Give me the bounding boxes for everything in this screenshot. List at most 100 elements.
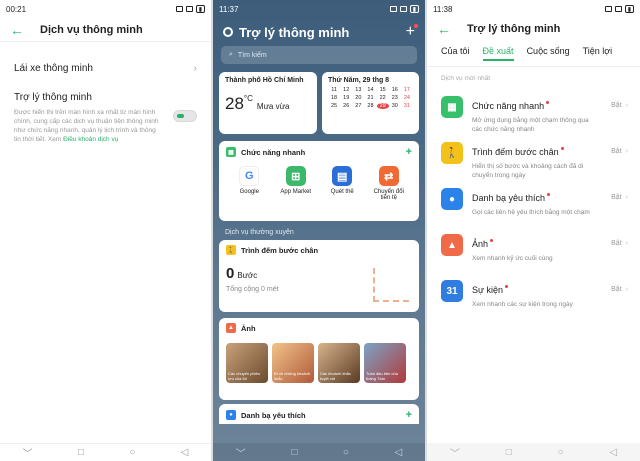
wifi-icon <box>399 6 407 12</box>
walk-icon: 🚶 <box>226 245 236 255</box>
smart-assistant-section: Trợ lý thông minh Được hiển thị trên màn… <box>0 92 211 144</box>
calendar-day: 28 <box>367 103 374 109</box>
nav-bar: ﹀ □ ○ ◁ <box>0 443 211 461</box>
chevron-right-icon: › <box>193 62 197 74</box>
feature-row[interactable]: 🚶 Trình đếm bước chân Hiển thị số bước và … <box>427 142 640 179</box>
back-arrow-icon[interactable]: ← <box>10 22 32 38</box>
back-nav-icon[interactable]: ﹀ <box>236 445 246 460</box>
feature-row[interactable]: ● Danh bạ yêu thích Gọi các liên hệ yêu th… <box>427 188 640 220</box>
feature-name: Danh bạ yêu thích <box>472 193 551 203</box>
tab-mine[interactable]: Của tôi <box>441 46 470 56</box>
back-nav-icon[interactable]: ﹀ <box>23 445 33 460</box>
feature-name: Ảnh <box>472 239 494 249</box>
feature-row[interactable]: ▲ Ảnh Xem nhanh kỷ ức cuối cùng Bật › <box>427 234 640 266</box>
thumb-caption: Các chuyến phiêu lưu của tôi <box>228 371 261 381</box>
home-nav-icon[interactable]: ○ <box>343 447 349 458</box>
feature-row[interactable]: 31 Sự kiện Xem nhanh các sự kiện trong ngà… <box>427 280 640 312</box>
calendar-date: Thứ Năm, 29 thg 8 <box>328 77 390 84</box>
feature-toggle[interactable]: Bật › <box>611 194 628 201</box>
smart-driving-row[interactable]: Lái xe thông minh › <box>0 48 211 88</box>
photo-thumb[interactable]: Đi về những khoảnh khắc <box>272 343 314 383</box>
smart-assistant-toggle[interactable] <box>173 110 197 122</box>
calendar-card[interactable]: Thứ Năm, 29 thg 8 11 12 13 14 15 16 17 18 19 20 21… <box>322 72 419 134</box>
weather-card[interactable]: Thành phố Hồ Chí Minh 28°CMưa vừa <box>219 72 317 134</box>
add-icon[interactable]: + <box>406 409 412 421</box>
calendar-day: 25 <box>331 103 338 109</box>
status-bar: 11:38 ▮ <box>427 0 640 18</box>
calendar-day: 21 <box>367 95 374 101</box>
steps-title: Trình đếm bước chân <box>241 245 319 255</box>
back-triangle-icon[interactable]: ◁ <box>609 447 617 458</box>
feature-desc: Hiển thị số bước và khoảng cách đã di ch… <box>472 163 584 179</box>
toggle-label: Bật <box>611 148 622 155</box>
back-triangle-icon[interactable]: ◁ <box>181 447 189 458</box>
settings-screen: 00:21 ▮ ← Dịch vụ thông minh Lái xe thôn… <box>0 0 211 461</box>
photo-icon: ▲ <box>441 234 463 256</box>
quick-functions-card: ▦ Chức năng nhanh + G Google ⊞ App Market ▤ Q… <box>219 141 419 221</box>
status-bar: 11:37 ▮ <box>213 0 425 18</box>
photo-thumb[interactable]: Các chuyến phiêu lưu của tôi <box>226 343 268 383</box>
status-bar: 00:21 ▮ <box>0 0 211 18</box>
tab-convenience[interactable]: Tiện lợi <box>583 46 613 56</box>
photo-thumb[interactable]: Các khoảnh khắc tuyệt vời <box>318 343 360 383</box>
photo-thumb[interactable]: Tuần đầu tiên của tháng Tám <box>364 343 406 383</box>
weather-city: Thành phố Hồ Chí Minh <box>225 77 304 84</box>
feature-row[interactable]: ▦ Chức năng nhanh Mở ứng dụng bằng một chạ… <box>427 96 640 133</box>
app-market[interactable]: ⊞ App Market <box>277 166 315 201</box>
calendar-icon: 31 <box>441 280 463 302</box>
tab-suggested[interactable]: Đề xuất <box>482 46 514 61</box>
weather-temp: 28 <box>225 94 244 113</box>
add-icon[interactable]: + <box>406 23 419 41</box>
vibrate-icon <box>389 6 397 12</box>
app-currency[interactable]: ⇄ Chuyển đổi tiền tệ <box>370 166 408 201</box>
walk-icon: 🚶 <box>441 142 463 164</box>
app-google[interactable]: G Google <box>230 166 268 201</box>
back-arrow-icon[interactable]: ← <box>437 21 459 37</box>
feature-desc: Gọi các liên hệ yêu thích bằng một chạm <box>472 209 590 216</box>
calendar-day: 11 <box>331 87 337 93</box>
page-title: Dịch vụ thông minh <box>40 23 143 36</box>
feature-toggle[interactable]: Bật › <box>611 148 628 155</box>
thumb-caption: Các khoảnh khắc tuyệt vời <box>320 371 351 381</box>
back-triangle-icon[interactable]: ◁ <box>395 447 403 458</box>
photos-card[interactable]: ▲ Ảnh Các chuyến phiêu lưu của tôi Đi về … <box>219 318 419 400</box>
app-label: Google <box>239 189 259 195</box>
assistant-home-screen: 11:37 ▮ Trợ lý thông minh + ⌕ Tìm kiếm T… <box>213 0 425 461</box>
feature-toggle[interactable]: Bật › <box>611 102 628 109</box>
smart-assistant-label: Trợ lý thông minh <box>14 92 92 103</box>
calendar-day: 29 <box>376 103 389 109</box>
status-time: 11:37 <box>219 4 239 14</box>
calendar-grid: 11 12 13 14 15 16 17 18 19 20 21 22 23 24 25 26 27 28 29 30… <box>328 87 413 109</box>
step-counter-card[interactable]: 🚶 Trình đếm bước chân 0 Bước Tổng cộng 0 m… <box>219 240 419 312</box>
calendar-day: 16 <box>391 87 398 93</box>
calendar-day: 30 <box>391 103 398 109</box>
back-nav-icon[interactable]: ﹀ <box>450 445 460 460</box>
toggle-label: Bật <box>611 286 622 293</box>
recents-nav-icon[interactable]: □ <box>291 447 297 458</box>
app-scan-card[interactable]: ▤ Quét thẻ <box>323 166 361 201</box>
weather-condition: Mưa vừa <box>256 102 290 111</box>
grid-icon: ▦ <box>441 96 463 118</box>
calendar-day: 20 <box>355 95 362 101</box>
battery-icon: ▮ <box>409 5 419 13</box>
home-nav-icon[interactable]: ○ <box>558 447 564 458</box>
search-input[interactable]: ⌕ Tìm kiếm <box>221 46 417 64</box>
favorite-contacts-card[interactable]: ● Danh bạ yêu thích + <box>219 404 419 424</box>
feature-name: Chức năng nhanh <box>472 101 550 111</box>
assistant-header: Trợ lý thông minh + <box>213 18 425 46</box>
feature-desc: Xem nhanh các sự kiện trong ngày <box>472 301 573 308</box>
home-nav-icon[interactable]: ○ <box>129 447 135 458</box>
tab-life[interactable]: Cuộc sống <box>527 46 570 56</box>
recents-nav-icon[interactable]: □ <box>506 447 512 458</box>
add-icon[interactable]: + <box>406 146 412 158</box>
terms-link[interactable]: Điều khoản dịch vụ <box>63 136 118 143</box>
recents-nav-icon[interactable]: □ <box>78 447 84 458</box>
calendar-day: 26 <box>343 103 350 109</box>
feature-toggle[interactable]: Bật › <box>611 240 628 247</box>
app-market-icon: ⊞ <box>285 166 306 186</box>
search-icon: ⌕ <box>229 51 233 58</box>
tab-bar: Của tôi Đề xuất Cuộc sống Tiện lợi <box>427 46 640 66</box>
calendar-day: 27 <box>355 103 362 109</box>
feature-toggle[interactable]: Bật › <box>611 286 628 293</box>
calendar-day: 15 <box>379 87 386 93</box>
